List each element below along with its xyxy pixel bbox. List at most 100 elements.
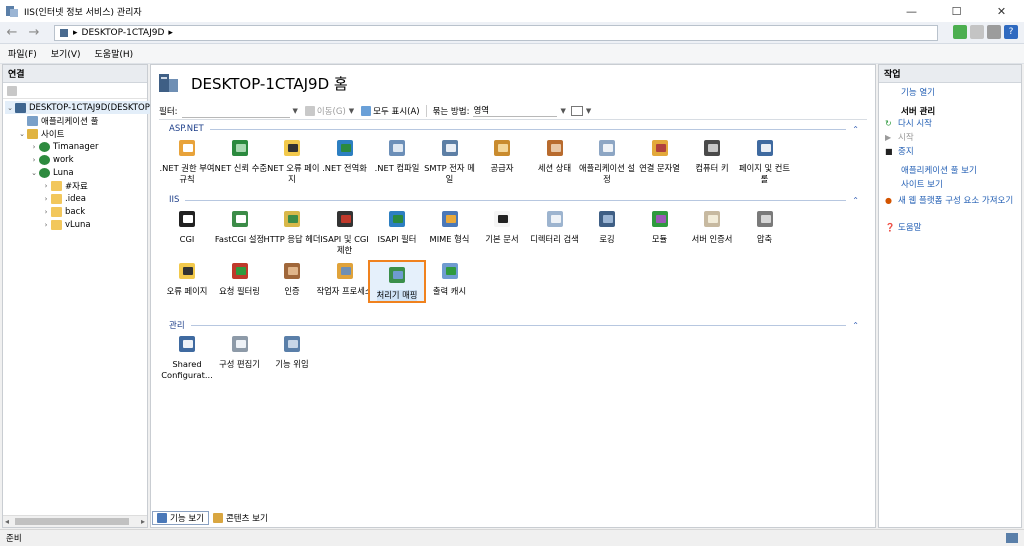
tree-node-folder[interactable]: › back [41,205,85,218]
feature-app-settings[interactable]: 애플리케이션 설정 [578,137,636,185]
feature-smtp-email[interactable]: SMTP 전자 메일 [421,137,479,185]
content-view-tab[interactable]: 콘텐츠 보기 [209,511,272,525]
group-header-management[interactable]: 관리 ⌃ [169,319,859,332]
get-new-components-link[interactable]: ● 새 웹 플랫폼 구성 요소 가져오기 [885,196,1019,206]
feature-isapi-filters[interactable]: ISAPI 필터 [368,208,426,245]
chevron-down-icon[interactable]: ▼ [293,107,298,115]
feature-authorization-rules[interactable]: .NET 권한 부여 규칙 [158,137,216,185]
features-view-tab[interactable]: 기능 보기 [152,511,209,525]
tree-node-sites[interactable]: ⌄ 사이트 [17,127,64,140]
feature-modules[interactable]: 모듈 [631,208,689,245]
feature-directory-browsing[interactable]: 디렉터리 검색 [526,208,584,245]
feature-globalization[interactable]: .NET 전역화 [316,137,374,174]
feature-server-certificates[interactable]: 서버 인증서 [683,208,741,245]
expand-icon[interactable]: › [41,182,51,190]
feature-label: 디렉터리 검색 [530,234,579,244]
chevron-down-icon[interactable]: ▼ [586,107,591,115]
expand-icon[interactable]: › [29,156,39,164]
group-by-select[interactable]: 영역 [473,104,558,117]
tree-label: vLuna [65,219,91,230]
expand-icon[interactable]: ⌄ [17,130,27,138]
expand-icon[interactable]: › [41,221,51,229]
refresh-icon[interactable] [953,25,967,39]
feature-authentication[interactable]: 인증 [263,260,321,297]
back-button[interactable]: ← [2,24,22,42]
menu-file[interactable]: 파일(F) [8,47,37,60]
tree-node-luna[interactable]: ⌄ Luna [29,166,74,179]
tree-node-work[interactable]: › work [29,153,74,166]
feature-providers[interactable]: 공급자 [473,137,531,174]
expand-icon[interactable]: ⌄ [5,104,15,112]
chevron-down-icon[interactable]: ▼ [349,107,354,115]
feature-cgi[interactable]: CGI [158,208,216,245]
view-app-pools-link[interactable]: 애플리케이션 풀 보기 [901,166,1024,176]
expand-icon[interactable]: ⌄ [29,169,39,177]
show-all-button[interactable]: 모두 표시(A) [361,105,420,117]
connect-icon[interactable] [7,85,17,96]
feature-handler-mappings[interactable]: 처리기 매핑 [368,260,426,303]
feature-output-caching[interactable]: 출력 캐시 [421,260,479,297]
feature-logging[interactable]: 로깅 [578,208,636,245]
address-box[interactable]: ▸ DESKTOP-1CTAJ9D ▸ [54,25,938,41]
filter-input[interactable] [181,104,290,118]
chevron-down-icon[interactable]: ▼ [560,107,565,115]
menu-view[interactable]: 보기(V) [51,47,81,60]
feature-shared-configuration[interactable]: Shared Configurat... [158,333,216,381]
maximize-button[interactable]: ☐ [934,0,979,22]
feature-request-filtering[interactable]: 요청 필터링 [211,260,269,297]
feature-connection-strings[interactable]: 연결 문자열 [631,137,689,174]
feature-machine-key[interactable]: 컴퓨터 키 [683,137,741,174]
sites-icon [27,128,38,139]
feature-isapi-cgi-restrictions[interactable]: ISAPI 및 CGI 제한 [316,208,374,256]
feature-mime-types[interactable]: MIME 형식 [421,208,479,245]
feature-pages-controls[interactable]: 페이지 및 컨트롤 [736,137,794,185]
stop-icon[interactable] [970,25,984,39]
forward-button[interactable]: → [24,24,44,42]
home-icon[interactable] [987,25,1001,39]
stop-link[interactable]: ■ 중지 [885,147,1019,157]
group-header-aspnet[interactable]: ASP.NET ⌃ [169,123,859,135]
feature-fastcgi[interactable]: FastCGI 설정 [211,208,269,245]
tree-node-server[interactable]: ⌄ DESKTOP-1CTAJ9D(DESKTOP [5,101,150,114]
feature-default-document[interactable]: 기본 문서 [473,208,531,245]
scroll-left-icon[interactable]: ◂ [5,517,9,526]
view-sites-link[interactable]: 사이트 보기 [901,180,1024,190]
expand-icon[interactable]: › [29,143,39,151]
view-mode-icon[interactable] [570,105,583,116]
help-icon[interactable]: ? [1004,25,1018,39]
feature-feature-delegation[interactable]: 기능 위임 [263,333,321,370]
tree-node-folder[interactable]: › #자료 [41,179,88,192]
scrollbar-thumb[interactable] [15,518,129,525]
feature-label: .NET 권한 부여 규칙 [159,163,215,184]
start-link[interactable]: ▶ 시작 [885,133,1019,143]
feature-error-pages[interactable]: 오류 페이지 [158,260,216,297]
help-link[interactable]: ❓ 도움말 [885,223,1019,233]
feature-session-state[interactable]: 세션 상태 [526,137,584,174]
feature-compilation[interactable]: .NET 컴파일 [368,137,426,174]
restart-link[interactable]: ↻ 다시 시작 [885,119,1019,129]
group-header-iis[interactable]: IIS ⌃ [169,194,859,206]
feature-worker-processes[interactable]: 작업자 프로세스 [316,260,374,297]
menu-help[interactable]: 도움말(H) [95,47,134,60]
address-segment-server[interactable]: DESKTOP-1CTAJ9D [82,28,165,38]
feature-configuration-editor[interactable]: 구성 편집기 [211,333,269,370]
open-feature-link[interactable]: 기능 열기 [901,88,1024,98]
horizontal-scrollbar[interactable]: ◂ ▸ [3,515,147,527]
tree-node-folder[interactable]: › .idea [41,192,86,205]
expand-icon[interactable]: › [41,195,51,203]
tree-node-timanager[interactable]: › Timanager [29,140,99,153]
go-button[interactable]: 이동(G) [304,105,346,117]
collapse-icon[interactable]: ⌃ [852,196,859,205]
feature-http-headers[interactable]: HTTP 응답 헤더 [263,208,321,245]
close-button[interactable]: ✕ [979,0,1024,22]
expand-icon[interactable]: › [41,208,51,216]
scroll-right-icon[interactable]: ▸ [141,517,145,526]
feature-compression[interactable]: 압축 [736,208,794,245]
feature-net-error-pages[interactable]: .NET 오류 페이지 [263,137,321,185]
tree-node-folder[interactable]: › vLuna [41,218,91,231]
collapse-icon[interactable]: ⌃ [852,321,859,330]
collapse-icon[interactable]: ⌃ [852,125,859,134]
feature-trust-levels[interactable]: .NET 신뢰 수준 [211,137,269,174]
tree-node-app-pools[interactable]: 애플리케이션 풀 [17,114,98,127]
minimize-button[interactable]: — [889,0,934,22]
